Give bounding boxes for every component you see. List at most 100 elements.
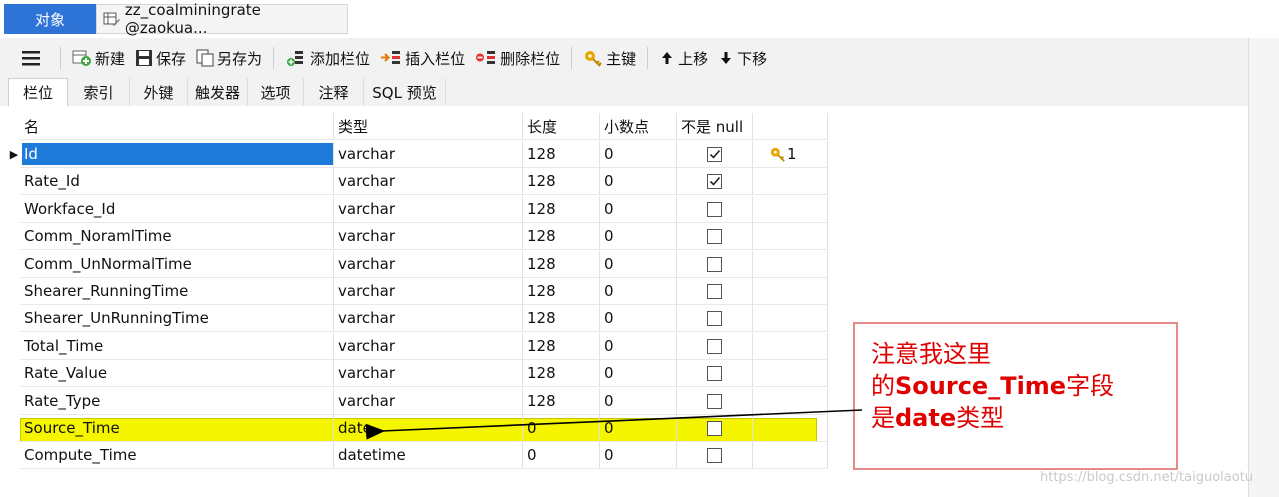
cell-name[interactable]: Total_Time: [20, 333, 334, 360]
move-down-button[interactable]: 下移: [713, 44, 772, 72]
cell-type[interactable]: varchar: [334, 278, 523, 305]
not-null-checkbox[interactable]: [707, 420, 722, 436]
cell-type[interactable]: varchar: [334, 251, 523, 278]
cell-name[interactable]: Rate_Value: [20, 360, 334, 387]
cell-decimal[interactable]: 0: [600, 415, 677, 442]
cell-length[interactable]: 128: [523, 360, 600, 387]
cell-decimal[interactable]: 0: [600, 278, 677, 305]
insert-field-button[interactable]: 插入栏位: [375, 44, 470, 72]
primary-key-button[interactable]: 主键: [578, 44, 641, 72]
cell-type[interactable]: varchar: [334, 141, 523, 168]
delete-field-button[interactable]: 删除栏位: [470, 44, 565, 72]
save-as-icon: [196, 49, 214, 67]
cell-length[interactable]: 128: [523, 388, 600, 415]
cell-length[interactable]: 128: [523, 196, 600, 223]
subtab-indexes[interactable]: 索引: [68, 78, 130, 106]
header-not-null[interactable]: 不是 null: [677, 113, 753, 140]
cell-length[interactable]: 0: [523, 442, 600, 469]
save-icon: [136, 50, 153, 66]
not-null-checkbox[interactable]: [707, 228, 722, 244]
cell-decimal[interactable]: 0: [600, 388, 677, 415]
cell-type[interactable]: varchar: [334, 168, 523, 195]
cell-decimal[interactable]: 0: [600, 333, 677, 360]
cell-decimal[interactable]: 0: [600, 141, 677, 168]
cell-name[interactable]: Shearer_UnRunningTime: [20, 305, 334, 332]
cell-type[interactable]: date: [334, 415, 523, 442]
cell-length[interactable]: 128: [523, 278, 600, 305]
cell-decimal[interactable]: 0: [600, 442, 677, 469]
cell-length[interactable]: 128: [523, 333, 600, 360]
toolbar-separator: [60, 47, 61, 69]
watermark: https://blog.csdn.net/taiguolaotu: [1040, 470, 1254, 485]
cell-length[interactable]: 128: [523, 251, 600, 278]
subtab-triggers[interactable]: 触发器: [188, 78, 248, 106]
note-text: 的: [871, 372, 895, 400]
new-table-icon: [72, 50, 91, 66]
cell-not-null: [677, 415, 753, 442]
header-decimal[interactable]: 小数点: [600, 113, 677, 140]
note-text: 类型: [956, 404, 1005, 432]
cell-name[interactable]: Workface_Id: [20, 196, 334, 223]
cell-decimal[interactable]: 0: [600, 305, 677, 332]
not-null-checkbox-checked[interactable]: [707, 173, 722, 189]
menu-button[interactable]: [10, 44, 54, 72]
tab-objects[interactable]: 对象: [4, 4, 96, 34]
cell-decimal[interactable]: 0: [600, 223, 677, 250]
cell-name[interactable]: Id: [20, 141, 334, 168]
move-up-button[interactable]: 上移: [654, 44, 713, 72]
save-as-button[interactable]: 另存为: [191, 44, 267, 72]
subtab-foreign-keys[interactable]: 外键: [130, 78, 188, 106]
cell-name[interactable]: Shearer_RunningTime: [20, 278, 334, 305]
cell-decimal[interactable]: 0: [600, 360, 677, 387]
header-length[interactable]: 长度: [523, 113, 600, 140]
cell-length[interactable]: 128: [523, 168, 600, 195]
subtab-comments[interactable]: 注释: [304, 78, 364, 106]
toolbar-separator: [273, 47, 275, 69]
new-label: 新建: [95, 49, 126, 68]
hamburger-icon: [21, 51, 40, 66]
cell-name[interactable]: Source_Time: [20, 415, 334, 442]
cell-decimal[interactable]: 0: [600, 196, 677, 223]
cell-not-null: [677, 141, 753, 168]
cell-type[interactable]: varchar: [334, 223, 523, 250]
cell-name[interactable]: Comm_UnNormalTime: [20, 251, 334, 278]
not-null-checkbox[interactable]: [707, 393, 722, 409]
selected-cell-editor[interactable]: Id: [22, 143, 333, 165]
cell-type[interactable]: datetime: [334, 442, 523, 469]
cell-decimal[interactable]: 0: [600, 251, 677, 278]
not-null-checkbox[interactable]: [707, 338, 722, 354]
cell-name[interactable]: Rate_Type: [20, 388, 334, 415]
cell-name[interactable]: Comm_NoramlTime: [20, 223, 334, 250]
cell-type[interactable]: varchar: [334, 333, 523, 360]
subtab-sql-preview[interactable]: SQL 预览: [364, 78, 446, 106]
cell-length[interactable]: 128: [523, 305, 600, 332]
not-null-checkbox[interactable]: [707, 365, 722, 381]
cell-type[interactable]: varchar: [334, 305, 523, 332]
add-field-button[interactable]: 添加栏位: [280, 44, 375, 72]
cell-name[interactable]: Rate_Id: [20, 168, 334, 195]
subtab-options[interactable]: 选项: [248, 78, 304, 106]
cell-name[interactable]: Compute_Time: [20, 442, 334, 469]
header-key: [753, 113, 828, 140]
cell-decimal[interactable]: 0: [600, 168, 677, 195]
cell-type[interactable]: varchar: [334, 360, 523, 387]
tab-table-design[interactable]: zz_coalminingrate @zaokua...: [96, 1, 348, 37]
cell-not-null: [677, 305, 753, 332]
not-null-checkbox[interactable]: [707, 447, 722, 463]
header-type[interactable]: 类型: [334, 113, 523, 140]
cell-type[interactable]: varchar: [334, 196, 523, 223]
cell-length[interactable]: 128: [523, 141, 600, 168]
subtab-fields[interactable]: 栏位: [8, 78, 68, 106]
not-null-checkbox[interactable]: [707, 310, 722, 326]
insert-field-label: 插入栏位: [405, 49, 466, 68]
header-name[interactable]: 名: [20, 113, 334, 140]
cell-type[interactable]: varchar: [334, 388, 523, 415]
cell-length[interactable]: 128: [523, 223, 600, 250]
not-null-checkbox[interactable]: [707, 256, 722, 272]
cell-length[interactable]: 0: [523, 415, 600, 442]
new-button[interactable]: 新建: [67, 44, 130, 72]
save-button[interactable]: 保存: [130, 44, 191, 72]
not-null-checkbox[interactable]: [707, 283, 722, 299]
not-null-checkbox-checked[interactable]: [707, 146, 722, 162]
not-null-checkbox[interactable]: [707, 201, 722, 217]
